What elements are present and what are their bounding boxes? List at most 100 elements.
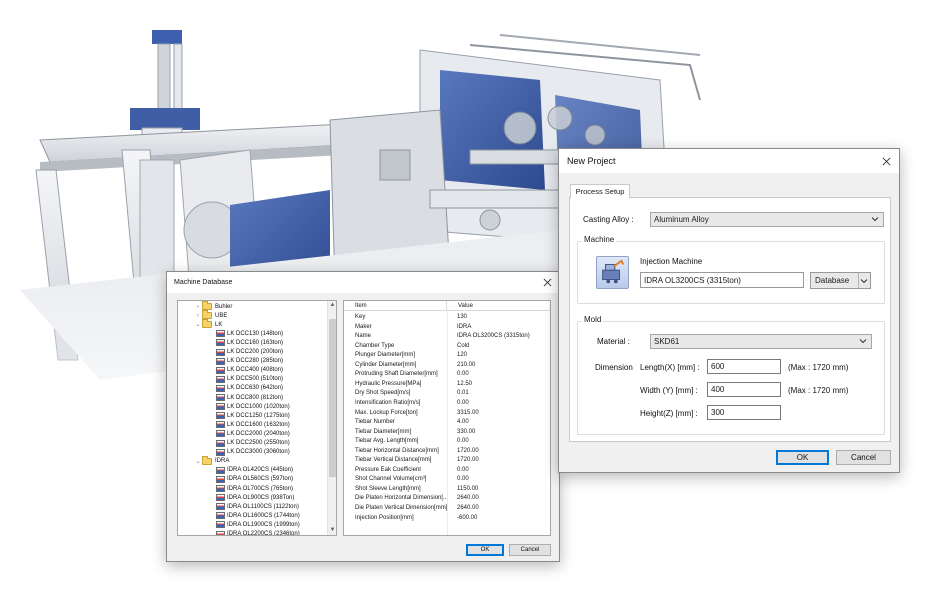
property-row[interactable]: Injection Position[mm] -600.00 [344, 514, 477, 523]
chevron-up-icon[interactable]: ▲ [329, 302, 336, 309]
height-input[interactable]: 300 [707, 405, 781, 420]
tree-folder[interactable]: › UBE [194, 310, 227, 320]
tree-item-machine[interactable]: LK DCC280 (285ton) [216, 357, 283, 366]
tree-item-label: LK DCC280 (285ton) [227, 358, 284, 365]
chevron-down-icon[interactable]: ▼ [329, 527, 336, 534]
tree-item-label: IDRA OL900CS (938Ton) [227, 494, 295, 501]
injection-machine-label: Injection Machine [640, 257, 703, 266]
property-row[interactable]: Die Platen Vertical Dimension[mm] 2640.00 [344, 504, 479, 513]
property-grid-header: Item Value [344, 301, 550, 311]
tree-item-machine[interactable]: LK DCC2000 (2040ton) [216, 429, 290, 438]
tree-item-label: LK DCC630 (642ton) [227, 385, 284, 392]
tree-item-machine[interactable]: LK DCC630 (642ton) [216, 384, 283, 393]
chevron-down-icon[interactable]: ⌄ [194, 321, 202, 328]
property-value: 2640.00 [457, 505, 479, 511]
property-value: -600.00 [457, 514, 478, 521]
cancel-button[interactable]: Cancel [836, 450, 891, 465]
tree-item-machine[interactable]: IDRA OL700CS (765ton) [216, 484, 293, 493]
folder-icon [202, 319, 212, 329]
column-header-item[interactable]: Item [344, 301, 447, 310]
property-row[interactable]: Cylinder Diameter[mm] 210.00 [344, 361, 475, 370]
tree-item-machine[interactable]: IDRA OL1900CS (1999ton) [216, 520, 300, 529]
tree-item-machine[interactable]: IDRA OL560CS (597ton) [216, 475, 293, 484]
tree-item-machine[interactable]: LK DCC800 (812ton) [216, 393, 283, 402]
property-row[interactable]: Protruding Shaft Diameter[mm] 0.00 [344, 370, 469, 379]
ok-button[interactable]: OK [776, 450, 829, 465]
tree-item-machine[interactable]: LK DCC1250 (1275ton) [216, 411, 290, 420]
property-item: Cylinder Diameter[mm] [355, 361, 417, 368]
tree-item-label: IDRA OL2200CS (2346ton) [227, 531, 300, 536]
property-value: 12.50 [457, 380, 473, 387]
property-row[interactable]: Name IDRA OL3200CS (3315ton) [344, 332, 530, 341]
property-item: Maker [355, 323, 372, 330]
tree-item-machine[interactable]: IDRA OL420CS (445ton) [216, 466, 293, 475]
database-button[interactable]: Database [810, 272, 871, 289]
tree-item-machine[interactable]: IDRA OL2200CS (2346ton) [216, 530, 300, 536]
tree-item-machine[interactable]: LK DCC1000 (1020ton) [216, 402, 290, 411]
chevron-right-icon[interactable]: › [194, 313, 202, 319]
property-row[interactable]: Plunger Diameter[mm] 120 [344, 351, 467, 360]
robot-head [152, 30, 182, 44]
tree-item-label: LK [215, 321, 223, 328]
machine-icon [216, 475, 225, 483]
property-row[interactable]: Die Platen Horizontal Dimension[... 2640.… [344, 494, 479, 503]
tree-item-machine[interactable]: IDRA OL1600CS (1744ton) [216, 511, 300, 520]
property-row[interactable]: Intensification Ratio[m/s] 0.00 [344, 399, 469, 408]
tree-folder[interactable]: › Buhler [194, 301, 232, 311]
scrollbar-thumb[interactable] [329, 319, 336, 477]
property-row[interactable]: Max. Lockup Force[ton] 3315.00 [344, 409, 479, 418]
length-input[interactable]: 600 [707, 359, 781, 374]
ok-button[interactable]: OK [466, 544, 504, 556]
tree-folder[interactable]: ⌄ IDRA [194, 455, 229, 466]
tree-item-machine[interactable]: LK DCC1600 (1632ton) [216, 420, 290, 429]
property-row[interactable]: Shot Sleeve Length[mm] 1150.00 [344, 485, 478, 494]
tree-folder[interactable]: ⌄ LK [194, 319, 223, 329]
chevron-right-icon[interactable]: › [194, 304, 202, 310]
property-row[interactable]: Shot Channel Volume[cm³] 0.00 [344, 475, 469, 484]
tree-item-machine[interactable]: LK DCC2500 (2550ton) [216, 439, 290, 448]
close-icon[interactable] [882, 157, 891, 166]
property-value: 1720.00 [457, 457, 479, 464]
injection-machine-field[interactable]: IDRA OL3200CS (3315ton) [640, 272, 804, 288]
property-row[interactable]: Chamber Type Cold [344, 342, 469, 351]
property-item: Name [355, 333, 372, 340]
cancel-button[interactable]: Cancel [509, 544, 551, 556]
property-row[interactable]: Maker IDRA [344, 323, 471, 332]
machine-icon [216, 485, 225, 492]
tree-item-machine[interactable]: IDRA OL1100CS (1122ton) [216, 502, 299, 511]
width-label: Width (Y) [mm] : [640, 386, 698, 395]
folder-icon [202, 310, 212, 320]
tree-item-machine[interactable]: LK DCC160 (163ton) [216, 338, 283, 347]
tree-item-machine[interactable]: LK DCC400 (408ton) [216, 366, 283, 375]
property-row[interactable]: Key 130 [344, 313, 467, 322]
property-value: 130 [457, 314, 468, 320]
machine-tree[interactable]: › Buhler › UBE ⌄ LK LK DCC130 (148ton) LK DCC16… [177, 300, 337, 536]
length-label: Length(X) [mm] : [640, 363, 700, 372]
tree-item-machine[interactable]: LK DCC500 (510ton) [216, 375, 283, 384]
injection-machine-icon[interactable] [596, 256, 629, 289]
property-grid: Item Value Key 130 Maker IDRA Name IDRA OL320… [343, 300, 551, 536]
tree-item-machine[interactable]: LK DCC200 (200ton) [216, 348, 283, 357]
property-row[interactable]: Dry Shot Speed[m/s] 0.01 [344, 389, 469, 398]
tree-item-machine[interactable]: LK DCC3000 (3060ton) [216, 448, 290, 457]
chevron-down-icon[interactable]: ⌄ [194, 458, 202, 465]
close-icon[interactable] [543, 278, 552, 287]
width-input[interactable]: 400 [707, 382, 781, 397]
property-row[interactable]: Tiebar Avg. Length[mm] 0.00 [344, 437, 469, 446]
property-row[interactable]: Tiebar Diameter[mm] 330.00 [344, 428, 475, 437]
property-row[interactable]: Tiebar Vertical Distance[mm] 1720.00 [344, 456, 479, 465]
casting-alloy-select[interactable]: Aluminum Alloy [650, 212, 884, 227]
tree-item-machine[interactable]: IDRA OL900CS (938Ton) [216, 493, 294, 502]
machine-icon [216, 348, 225, 356]
property-row[interactable]: Tiebar Number 4.00 [344, 418, 469, 427]
tab-process-setup[interactable]: Process Setup [570, 184, 630, 198]
material-select[interactable]: SKD61 [650, 334, 872, 349]
property-row[interactable]: Tiebar Horizontal Distance[mm] 1720.00 [344, 447, 479, 456]
tree-item-machine[interactable]: LK DCC130 (148ton) [216, 329, 283, 338]
property-item: Tiebar Vertical Distance[mm] [355, 457, 432, 464]
property-row[interactable]: Hydraulic Pressure[MPa] 12.50 [344, 380, 472, 389]
tree-scrollbar[interactable]: ▲ ▼ [327, 301, 336, 535]
property-value: 330.00 [457, 428, 476, 435]
column-header-value[interactable]: Value [447, 301, 473, 310]
property-row[interactable]: Pressure Eak Coefficient 0.00 [344, 466, 469, 475]
